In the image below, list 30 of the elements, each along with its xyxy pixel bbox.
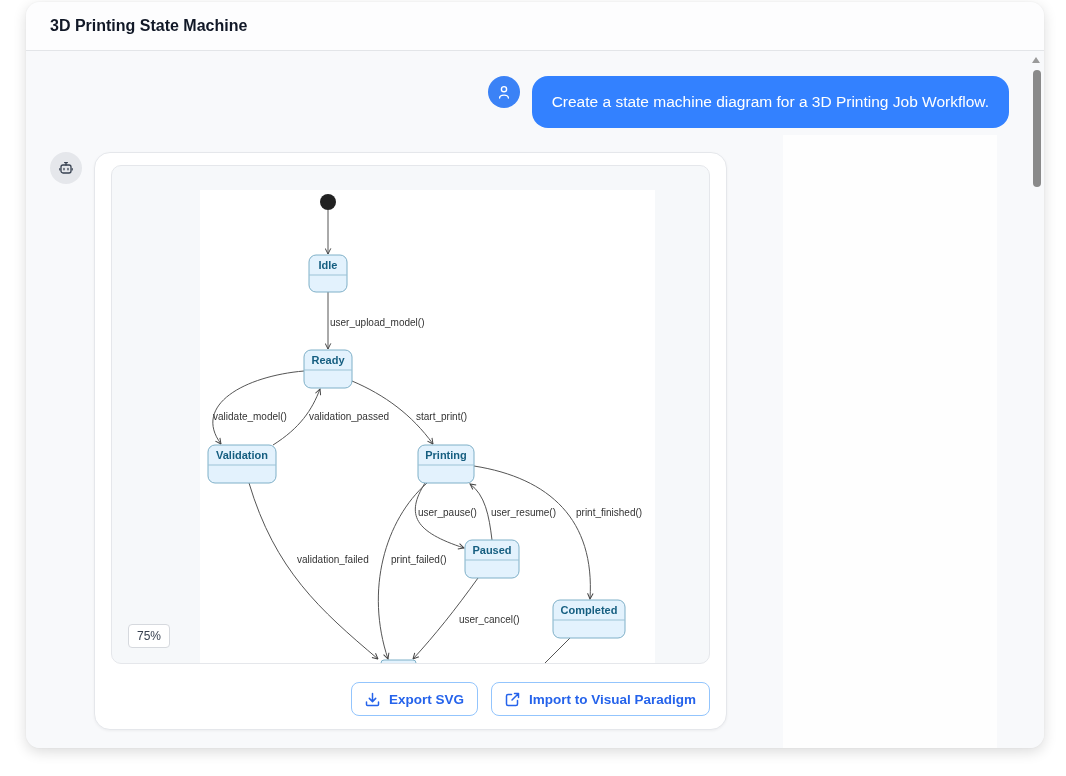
state-node: Validation: [207, 444, 277, 484]
transition-label: user_pause(): [418, 506, 477, 518]
scroll-up-arrow-icon[interactable]: [1032, 57, 1040, 63]
state-node: Idle: [308, 254, 348, 293]
window-title: 3D Printing State Machine: [50, 17, 248, 35]
scrollbar-thumb[interactable]: [1033, 70, 1041, 187]
transition-label: start_print(): [416, 410, 468, 422]
user-message: Create a state machine diagram for a 3D Printing Job Workflow.: [531, 76, 1009, 128]
export-button[interactable]: Export SVG: [350, 682, 478, 716]
transition-label: print_failed(): [391, 553, 447, 565]
import-button[interactable]: Import to Visual Paradigm: [490, 682, 710, 716]
transition-label: user_resume(): [491, 506, 557, 518]
state-node: Paused: [464, 539, 520, 579]
state-node: Printing: [417, 444, 475, 484]
transition-label: print_finished(): [576, 506, 643, 518]
state-node: Ready: [303, 349, 353, 389]
transition-label: validation_passed: [309, 410, 390, 422]
state-node: [380, 659, 417, 663]
external-link-icon: [504, 691, 520, 707]
state-node: Completed: [552, 599, 626, 639]
transition-line: [542, 637, 571, 663]
download-icon: [364, 691, 380, 707]
robot-avatar-icon: [50, 152, 82, 184]
zoom-level-indicator[interactable]: 75%: [128, 624, 171, 648]
initial-state-dot: [320, 194, 336, 210]
transition-label: validate_model(): [213, 410, 287, 422]
transition-label: user_upload_model(): [330, 316, 425, 328]
transition-label: validation_failed: [297, 553, 369, 565]
user-avatar-icon: [487, 76, 520, 108]
transition-label: user_cancel(): [459, 613, 520, 625]
